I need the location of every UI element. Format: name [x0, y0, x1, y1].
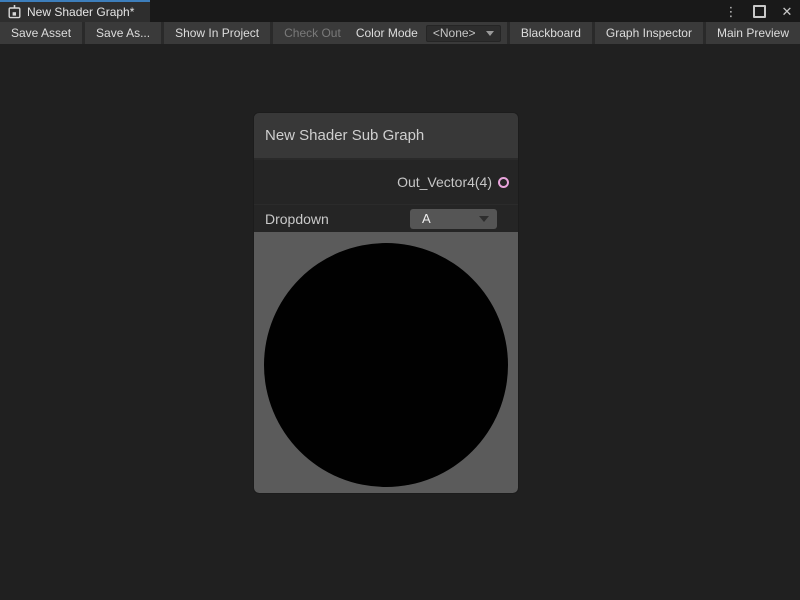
show-in-project-button[interactable]: Show In Project [164, 22, 270, 44]
graph-canvas[interactable]: New Shader Sub Graph Out_Vector4(4) Drop… [0, 44, 800, 600]
vector4-port-icon[interactable] [498, 177, 509, 188]
shader-graph-asset-icon [8, 5, 21, 19]
check-out-button: Check Out [273, 22, 352, 44]
dropdown-property-row: Dropdown A [254, 204, 518, 232]
save-asset-button[interactable]: Save Asset [0, 22, 82, 44]
sphere-preview [264, 243, 508, 487]
color-mode-label: Color Mode [352, 22, 426, 44]
node-title: New Shader Sub Graph [265, 127, 424, 144]
save-as-button[interactable]: Save As... [85, 22, 161, 44]
maximize-button[interactable] [752, 4, 766, 18]
blackboard-toggle-button[interactable]: Blackboard [510, 22, 592, 44]
window-controls: ⋮ ✕ [724, 0, 794, 22]
node-preview-area[interactable] [254, 232, 518, 493]
tab-new-shader-graph[interactable]: New Shader Graph* [0, 0, 150, 22]
dropdown-property-value: A [422, 211, 479, 226]
close-icon: ✕ [782, 5, 793, 18]
color-mode-value: <None> [433, 26, 486, 40]
sub-graph-output-node[interactable]: New Shader Sub Graph Out_Vector4(4) Drop… [254, 113, 518, 493]
color-mode-dropdown[interactable]: <None> [426, 25, 501, 42]
window-tab-bar: New Shader Graph* ⋮ ✕ [0, 0, 800, 22]
chevron-down-icon [486, 31, 494, 36]
close-button[interactable]: ✕ [780, 4, 794, 18]
dropdown-property-control[interactable]: A [410, 209, 497, 229]
output-port-label: Out_Vector4(4) [397, 174, 492, 190]
maximize-icon [753, 5, 766, 18]
main-preview-toggle-button[interactable]: Main Preview [706, 22, 800, 44]
node-header[interactable]: New Shader Sub Graph [254, 113, 518, 160]
chevron-down-icon [479, 216, 489, 222]
output-port-row: Out_Vector4(4) [254, 160, 518, 204]
window-menu-button[interactable]: ⋮ [724, 4, 738, 18]
shader-graph-toolbar: Save Asset Save As... Show In Project Ch… [0, 22, 800, 44]
kebab-menu-icon: ⋮ [725, 5, 738, 18]
graph-inspector-toggle-button[interactable]: Graph Inspector [595, 22, 703, 44]
tab-title: New Shader Graph* [27, 5, 134, 19]
dropdown-property-label: Dropdown [265, 211, 329, 227]
